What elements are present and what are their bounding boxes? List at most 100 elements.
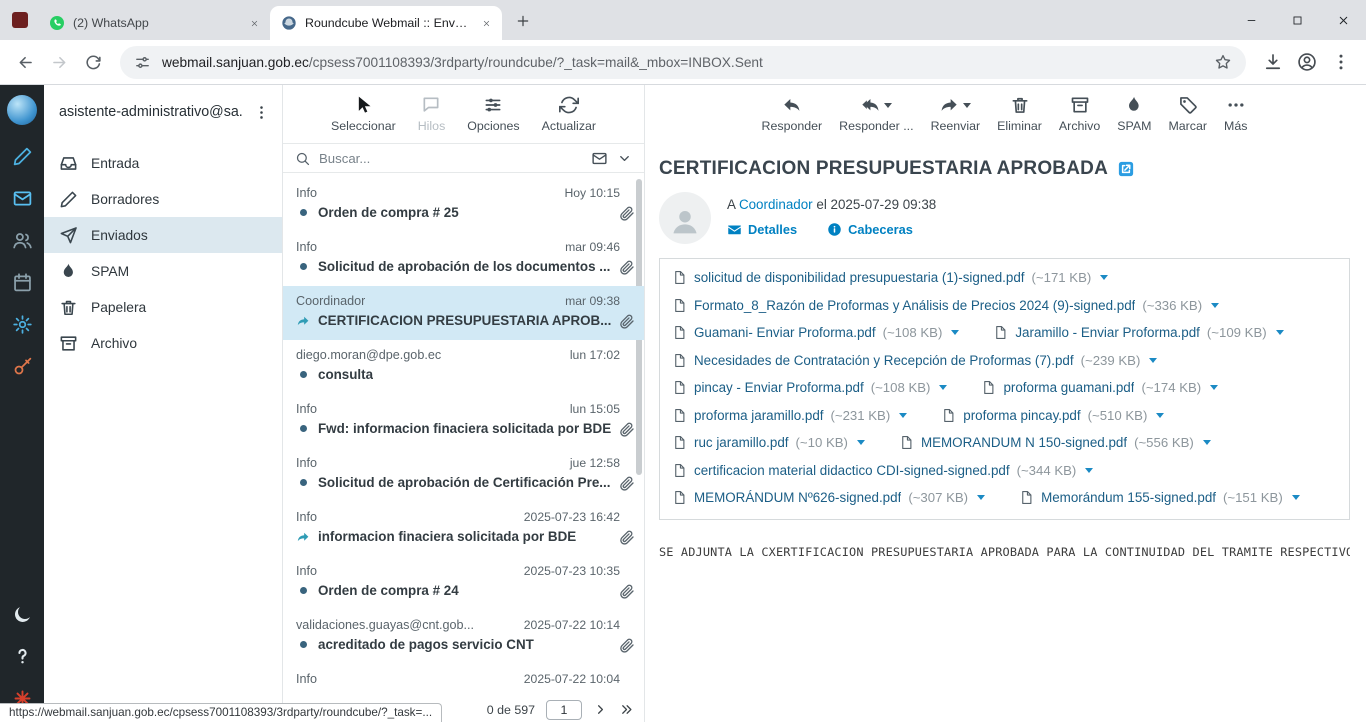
- folder-enviados[interactable]: Enviados: [44, 217, 282, 253]
- message-row[interactable]: Info lun 15:05 Fwd: informacion finacier…: [283, 394, 644, 448]
- attachment-item[interactable]: Guamani- Enviar Proforma.pdf (~108 KB): [672, 319, 959, 347]
- folder-papelera[interactable]: Papelera: [44, 289, 282, 325]
- cpanel-icon[interactable]: [2, 346, 42, 386]
- message-row[interactable]: validaciones.guayas@cnt.gob... 2025-07-2…: [283, 610, 644, 664]
- attachment-menu-caret-icon[interactable]: [1292, 495, 1300, 500]
- attachment-menu-caret-icon[interactable]: [977, 495, 985, 500]
- forwarded-icon[interactable]: [296, 530, 310, 544]
- last-page-icon[interactable]: [619, 702, 634, 717]
- btn-spam[interactable]: SPAM: [1117, 94, 1151, 133]
- message-row[interactable]: Info 2025-07-23 16:42 informacion finaci…: [283, 502, 644, 556]
- dropdown-caret-icon[interactable]: [963, 103, 971, 108]
- folder-archivo[interactable]: Archivo: [44, 325, 282, 361]
- attachment-name[interactable]: pincay - Enviar Proforma.pdf: [694, 380, 864, 395]
- attachment-name[interactable]: solicitud de disponibilidad presupuestar…: [694, 270, 1025, 285]
- site-settings-icon[interactable]: [134, 54, 151, 71]
- attachment-item[interactable]: proforma pincay.pdf (~510 KB): [941, 402, 1164, 430]
- attachment-item[interactable]: ruc jaramillo.pdf (~10 KB): [672, 429, 865, 457]
- unread-dot-icon[interactable]: [296, 368, 310, 382]
- attachment-name[interactable]: certificacion material didactico CDI-sig…: [694, 463, 1010, 478]
- back-button[interactable]: [8, 45, 42, 79]
- settings-icon[interactable]: [2, 304, 42, 344]
- dropdown-caret-icon[interactable]: [884, 103, 892, 108]
- attachment-item[interactable]: MEMORANDUM N 150-signed.pdf (~556 KB): [899, 429, 1211, 457]
- attachment-name[interactable]: ruc jaramillo.pdf: [694, 435, 789, 450]
- recipient-link[interactable]: Coordinador: [739, 197, 813, 212]
- tab-close-icon[interactable]: [478, 15, 494, 31]
- minimize-button[interactable]: [1228, 0, 1274, 40]
- attachment-menu-caret-icon[interactable]: [951, 330, 959, 335]
- new-tab-button[interactable]: [509, 7, 537, 35]
- message-row[interactable]: Info jue 12:58 Solicitud de aprobación d…: [283, 448, 644, 502]
- message-row[interactable]: Info mar 09:46 Solicitud de aprobación d…: [283, 232, 644, 286]
- search-scope-icon[interactable]: [591, 150, 608, 167]
- page-input[interactable]: [546, 700, 582, 720]
- compose-icon[interactable]: [2, 136, 42, 176]
- attachment-item[interactable]: pincay - Enviar Proforma.pdf (~108 KB): [672, 374, 947, 402]
- message-row[interactable]: Info Hoy 10:15 Orden de compra # 25: [283, 178, 644, 232]
- btn-actualizar[interactable]: Actualizar: [542, 94, 596, 133]
- btn-responder-menu[interactable]: Responder ...: [839, 94, 913, 133]
- close-button[interactable]: [1320, 0, 1366, 40]
- maximize-button[interactable]: [1274, 0, 1320, 40]
- details-link[interactable]: Detalles: [727, 222, 797, 237]
- next-page-icon[interactable]: [593, 702, 608, 717]
- attachment-name[interactable]: MEMORÁNDUM Nº626-signed.pdf: [694, 490, 901, 505]
- search-options-chevron-icon[interactable]: [617, 151, 632, 166]
- attachment-menu-caret-icon[interactable]: [1149, 358, 1157, 363]
- open-in-new-window-icon[interactable]: [1117, 160, 1135, 178]
- forward-button[interactable]: [42, 45, 76, 79]
- attachment-item[interactable]: proforma jaramillo.pdf (~231 KB): [672, 402, 907, 430]
- unread-dot-icon[interactable]: [296, 260, 310, 274]
- reload-button[interactable]: [76, 45, 110, 79]
- folder-entrada[interactable]: Entrada: [44, 145, 282, 181]
- attachment-name[interactable]: Memorándum 155-signed.pdf: [1041, 490, 1216, 505]
- folder-borradores[interactable]: Borradores: [44, 181, 282, 217]
- attachment-menu-caret-icon[interactable]: [1156, 413, 1164, 418]
- account-menu-icon[interactable]: [248, 99, 274, 125]
- unread-dot-icon[interactable]: [296, 584, 310, 598]
- btn-opciones[interactable]: Opciones: [467, 94, 519, 133]
- tab-close-icon[interactable]: [246, 15, 262, 31]
- attachment-menu-caret-icon[interactable]: [857, 440, 865, 445]
- attachment-item[interactable]: Memorándum 155-signed.pdf (~151 KB): [1019, 484, 1300, 512]
- downloads-button[interactable]: [1256, 45, 1290, 79]
- help-icon[interactable]: [2, 636, 42, 676]
- bookmark-star-icon[interactable]: [1214, 53, 1232, 71]
- attachment-name[interactable]: proforma guamani.pdf: [1003, 380, 1134, 395]
- btn-reenviar-menu[interactable]: Reenviar: [931, 94, 981, 133]
- search-bar[interactable]: Buscar...: [283, 143, 644, 173]
- attachment-item[interactable]: certificacion material didactico CDI-sig…: [672, 457, 1093, 485]
- attachment-name[interactable]: MEMORANDUM N 150-signed.pdf: [921, 435, 1127, 450]
- attachment-menu-caret-icon[interactable]: [1276, 330, 1284, 335]
- attachment-item[interactable]: solicitud de disponibilidad presupuestar…: [672, 264, 1108, 292]
- attachment-menu-caret-icon[interactable]: [1211, 303, 1219, 308]
- attachment-name[interactable]: Necesidades de Contratación y Recepción …: [694, 353, 1074, 368]
- roundcube-logo-icon[interactable]: [7, 95, 37, 125]
- attachment-item[interactable]: Jaramillo - Enviar Proforma.pdf (~109 KB…: [993, 319, 1283, 347]
- headers-link[interactable]: Cabeceras: [827, 222, 913, 237]
- attachment-name[interactable]: proforma jaramillo.pdf: [694, 408, 824, 423]
- attachment-item[interactable]: MEMORÁNDUM Nº626-signed.pdf (~307 KB): [672, 484, 985, 512]
- btn-eliminar[interactable]: Eliminar: [997, 94, 1042, 133]
- forwarded-icon[interactable]: [296, 314, 310, 328]
- attachment-menu-caret-icon[interactable]: [1085, 468, 1093, 473]
- attachment-name[interactable]: proforma pincay.pdf: [963, 408, 1080, 423]
- btn-archivo[interactable]: Archivo: [1059, 94, 1100, 133]
- message-row[interactable]: diego.moran@dpe.gob.ec lun 17:02 consult…: [283, 340, 644, 394]
- attachment-menu-caret-icon[interactable]: [939, 385, 947, 390]
- profile-button[interactable]: [1290, 45, 1324, 79]
- browser-app-icon[interactable]: [12, 12, 28, 28]
- attachment-item[interactable]: Formato_8_Razón de Proformas y Análisis …: [672, 292, 1219, 320]
- attachment-name[interactable]: Jaramillo - Enviar Proforma.pdf: [1015, 325, 1200, 340]
- attachment-item[interactable]: Necesidades de Contratación y Recepción …: [672, 347, 1157, 375]
- message-row[interactable]: Coordinador mar 09:38 CERTIFICACION PRES…: [283, 286, 644, 340]
- btn-marcar[interactable]: Marcar: [1168, 94, 1207, 133]
- message-row[interactable]: Info 2025-07-22 10:04: [283, 664, 644, 700]
- btn-seleccionar[interactable]: Seleccionar: [331, 94, 396, 133]
- browser-menu-button[interactable]: [1324, 45, 1358, 79]
- attachment-menu-caret-icon[interactable]: [899, 413, 907, 418]
- attachment-menu-caret-icon[interactable]: [1210, 385, 1218, 390]
- unread-dot-icon[interactable]: [296, 476, 310, 490]
- tab-2-whatsapp[interactable]: (2) WhatsApp: [38, 6, 270, 40]
